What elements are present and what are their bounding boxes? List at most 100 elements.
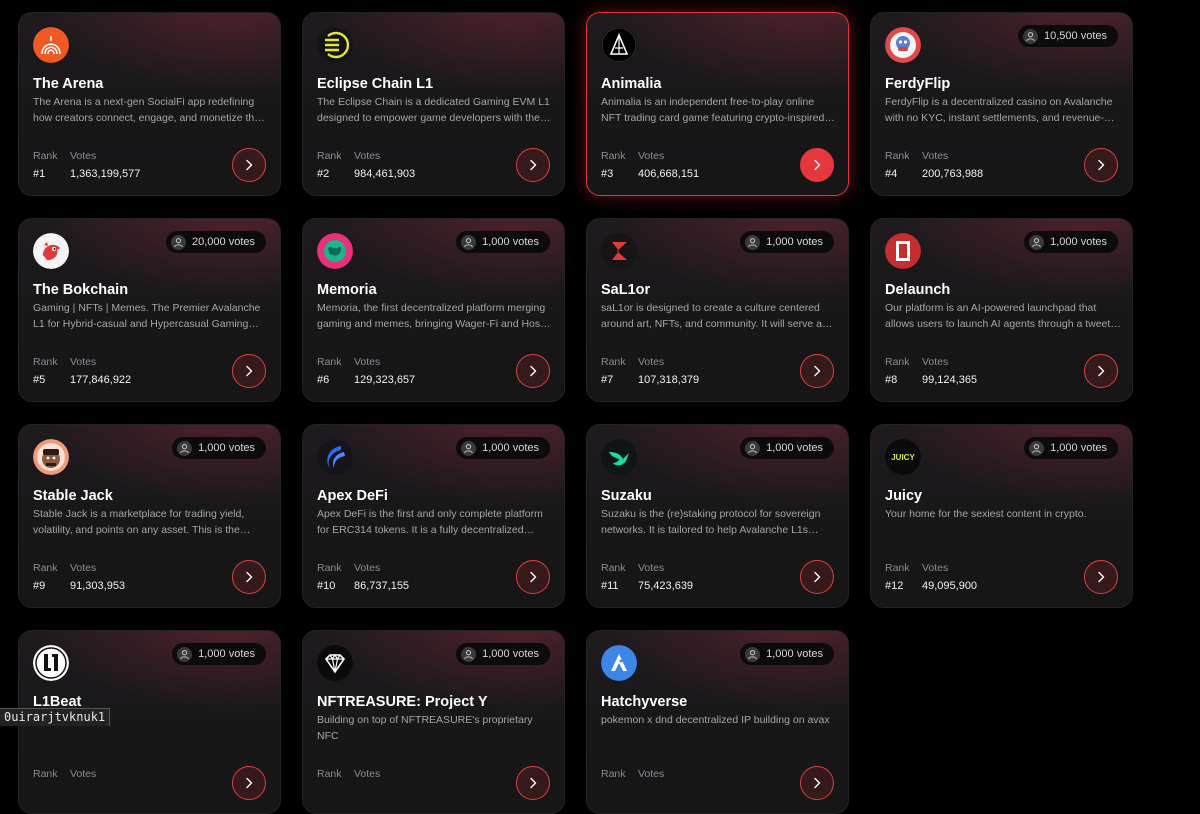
open-project-button[interactable] [1084,148,1118,182]
vote-badge: 1,000 votes [740,231,834,253]
vote-badge-text: 1,000 votes [482,442,539,454]
project-description: The Arena is a next-gen SocialFi app red… [33,96,266,124]
project-name: The Arena [33,76,104,92]
project-card[interactable]: JUICY 1,000 votes Juicy Your home for the… [870,424,1133,608]
vote-badge: 1,000 votes [172,643,266,665]
project-card[interactable]: Animalia Animalia is an independent free-… [586,12,849,196]
rank-label: Rank [33,150,58,162]
project-card[interactable]: 1,000 votes Delaunch Our platform is an A… [870,218,1133,402]
vote-badge-text: 1,000 votes [766,648,823,660]
user-icon [461,234,477,250]
project-name: Memoria [317,282,377,298]
project-card[interactable]: 1,000 votes Suzaku Suzaku is the (re)stak… [586,424,849,608]
project-card[interactable]: 1,000 votes Apex DeFi Apex DeFi is the fi… [302,424,565,608]
chevron-right-icon [811,571,823,583]
vote-badge: 1,000 votes [1024,437,1118,459]
project-name: SaL1or [601,282,651,298]
rank-label: Rank [601,562,626,574]
user-icon [177,440,193,456]
open-project-button[interactable] [1084,560,1118,594]
user-icon [1029,234,1045,250]
votes-label: Votes [638,150,665,162]
open-project-button[interactable] [232,354,266,388]
juicy-logo-icon: JUICY [885,439,921,475]
project-card[interactable]: Eclipse Chain L1 The Eclipse Chain is a d… [302,12,565,196]
project-card[interactable]: 1,000 votes SaL1or saL1or is designed to … [586,218,849,402]
open-project-button[interactable] [800,766,834,800]
project-card[interactable]: 1,000 votes Hatchyverse pokemon x dnd dec… [586,630,849,814]
vote-badge: 1,000 votes [456,643,550,665]
chevron-right-icon [527,777,539,789]
open-project-button[interactable] [800,560,834,594]
vote-badge-text: 1,000 votes [198,648,255,660]
rank-label: Rank [317,150,342,162]
project-card[interactable]: The Arena The Arena is a next-gen SocialF… [18,12,281,196]
open-project-button[interactable] [232,766,266,800]
open-project-button[interactable] [800,354,834,388]
votes-label: Votes [638,768,665,780]
open-project-button[interactable] [1084,354,1118,388]
arena-logo-icon [33,27,69,63]
chevron-right-icon [243,777,255,789]
rank-value: #2 [317,168,330,180]
votes-value: 75,423,639 [638,580,694,592]
project-description: saL1or is designed to create a culture c… [601,302,836,330]
open-project-button[interactable] [232,560,266,594]
project-card[interactable]: 1,000 votes Stable Jack Stable Jack is a … [18,424,281,608]
votes-label: Votes [354,562,381,574]
votes-label: Votes [70,150,97,162]
ferdyflip-logo-icon [885,27,921,63]
open-project-button[interactable] [516,148,550,182]
chevron-right-icon [527,571,539,583]
votes-label: Votes [70,356,97,368]
votes-value: 406,668,151 [638,168,700,180]
vote-badge-text: 1,000 votes [766,236,823,248]
project-description: FerdyFlip is a decentralized casino on A… [885,96,1113,124]
project-card[interactable]: 1,000 votes NFTREASURE: Project Y Buildin… [302,630,565,814]
open-project-button[interactable] [516,560,550,594]
rank-label: Rank [33,562,58,574]
project-description: The Eclipse Chain is a dedicated Gaming … [317,96,550,124]
project-description: Animalia is an independent free-to-play … [601,96,825,124]
project-description: Memoria, the first decentralized platfor… [317,302,547,330]
vote-badge-text: 1,000 votes [198,442,255,454]
project-card[interactable]: 1,000 votes Memoria Memoria, the first de… [302,218,565,402]
vote-badge: 1,000 votes [740,437,834,459]
project-name: NFTREASURE: Project Y [317,694,488,710]
project-name: Animalia [601,76,662,92]
chevron-right-icon [811,365,823,377]
user-icon [461,646,477,662]
rank-label: Rank [33,356,58,368]
rank-value: #5 [33,374,46,386]
project-name: Suzaku [601,488,652,504]
chevron-right-icon [243,159,255,171]
open-project-button[interactable] [516,766,550,800]
rank-value: #9 [33,580,46,592]
chevron-right-icon [527,159,539,171]
project-card[interactable]: 10,500 votes FerdyFlip FerdyFlip is a dec… [870,12,1133,196]
votes-value: 99,124,365 [922,374,978,386]
votes-value: 91,303,953 [70,580,126,592]
project-card[interactable]: 20,000 votes The Bokchain Gaming | NFTs |… [18,218,281,402]
vote-badge: 1,000 votes [172,437,266,459]
sal1or-logo-icon [601,233,637,269]
vote-badge: 1,000 votes [456,231,550,253]
open-project-button[interactable] [232,148,266,182]
delaunch-logo-icon [885,233,921,269]
project-description: Our platform is an AI-powered launchpad … [885,302,1111,330]
votes-label: Votes [354,150,381,162]
rank-label: Rank [317,562,342,574]
element-id-tooltip: 0uirarjtvknuk1 [0,708,111,726]
rank-label: Rank [885,562,910,574]
eclipse-logo-icon [317,27,353,63]
project-description: pokemon x dnd decentralized IP building … [601,714,830,726]
user-icon [745,646,761,662]
open-project-button[interactable] [516,354,550,388]
vote-badge: 1,000 votes [1024,231,1118,253]
rank-label: Rank [601,150,626,162]
rank-value: #6 [317,374,330,386]
votes-value: 129,323,657 [354,374,416,386]
votes-value: 200,763,988 [922,168,984,180]
bokchain-logo-icon [33,233,69,269]
open-project-button[interactable] [800,148,834,182]
